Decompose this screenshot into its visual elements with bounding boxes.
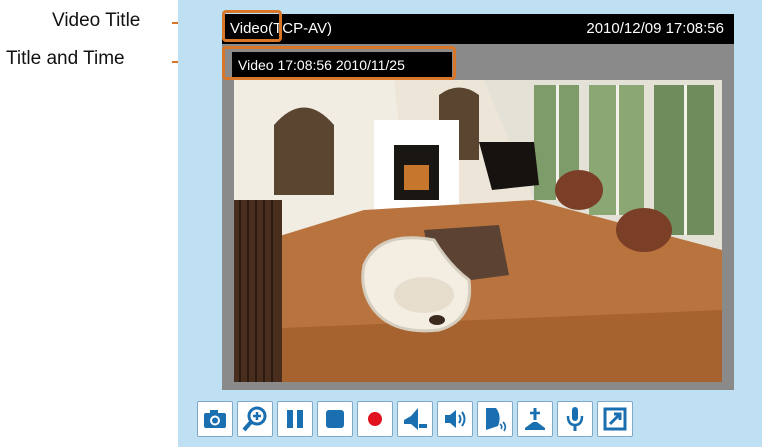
living-room-image: [234, 80, 722, 382]
upload-icon: [525, 408, 545, 430]
zoom-button[interactable]: [237, 401, 273, 437]
mute-icon: [486, 408, 507, 432]
stop-button[interactable]: [317, 401, 353, 437]
camera-icon: [204, 410, 226, 428]
speaker-icon: [445, 410, 466, 428]
record-icon: [368, 412, 382, 426]
video-title-bar: Video(TCP-AV) 2010/12/09 17:08:56: [222, 14, 734, 44]
volume-icon: [404, 408, 427, 430]
fullscreen-icon: [603, 407, 627, 431]
talk-button[interactable]: [437, 401, 473, 437]
video-toolbar: [197, 401, 762, 441]
volume-button[interactable]: [397, 401, 433, 437]
microphone-icon: [566, 407, 584, 431]
title-and-time-callout-label: Title and Time: [6, 48, 125, 69]
video-title-callout-label: Video Title: [52, 10, 141, 31]
fullscreen-button[interactable]: [597, 401, 633, 437]
stop-icon: [326, 410, 344, 428]
record-button[interactable]: [357, 401, 393, 437]
zoom-in-icon: [242, 406, 267, 432]
title-and-time-highlight-box: [222, 46, 456, 80]
mic-button[interactable]: [557, 401, 593, 437]
video-title-highlight-box: [222, 10, 282, 42]
video-datetime: 2010/12/09 17:08:56: [586, 20, 724, 37]
video-frame[interactable]: [234, 80, 722, 382]
upload-button[interactable]: [517, 401, 553, 437]
snapshot-button[interactable]: [197, 401, 233, 437]
pause-icon: [287, 410, 303, 428]
pause-button[interactable]: [277, 401, 313, 437]
mute-button[interactable]: [477, 401, 513, 437]
